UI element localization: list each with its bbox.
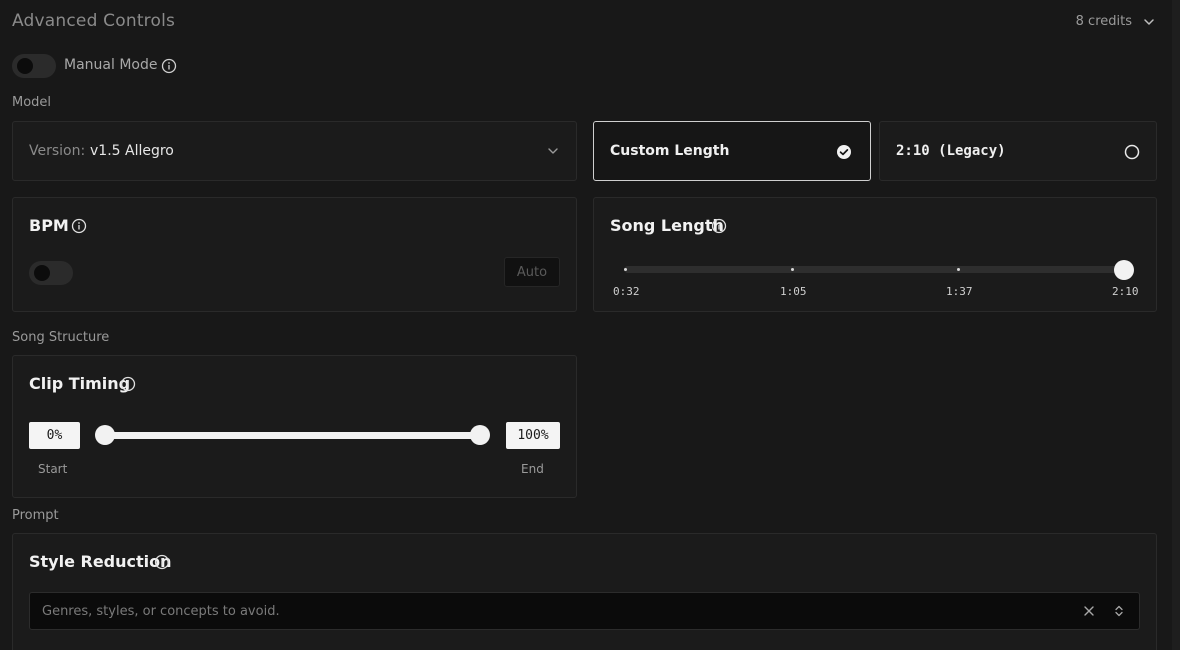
manual-mode-toggle[interactable] — [12, 54, 56, 78]
tick-mark — [791, 268, 794, 271]
version-select[interactable]: Version: v1.5 Allegro — [12, 121, 577, 181]
bpm-card: BPM Auto — [12, 197, 577, 312]
toggle-knob — [17, 58, 33, 74]
clip-end-thumb[interactable] — [470, 425, 490, 445]
tick-mark — [624, 268, 627, 271]
info-icon[interactable] — [711, 218, 727, 234]
tick-label: 1:37 — [946, 285, 973, 298]
legacy-length-option[interactable]: 2:10 (Legacy) — [879, 121, 1157, 181]
info-icon[interactable] — [161, 58, 177, 74]
prompt-section-label: Prompt — [12, 508, 59, 523]
song-length-title: Song Length — [610, 216, 724, 235]
legacy-length-label: 2:10 (Legacy) — [896, 143, 1006, 159]
tick-mark — [957, 268, 960, 271]
style-reduction-input[interactable] — [30, 602, 1081, 620]
bpm-toggle[interactable] — [29, 261, 73, 285]
bpm-auto-button[interactable]: Auto — [504, 257, 560, 287]
clip-end-input[interactable]: 100% — [506, 422, 560, 449]
advanced-controls-panel: Advanced Controls 8 credits Manual Mode … — [0, 0, 1180, 650]
clip-start-label: Start — [38, 462, 68, 476]
manual-mode-label: Manual Mode — [64, 57, 158, 73]
style-reduction-card: Style Reduction — [12, 533, 1157, 650]
version-value: v1.5 Allegro — [90, 143, 174, 159]
info-icon[interactable] — [154, 554, 170, 570]
clip-end-label: End — [521, 462, 544, 476]
toggle-knob — [34, 265, 50, 281]
info-icon[interactable] — [120, 376, 136, 392]
clear-icon[interactable] — [1081, 603, 1097, 619]
scrollbar[interactable] — [1172, 0, 1180, 650]
checkmark-icon — [836, 144, 852, 160]
clip-start-input[interactable]: 0% — [29, 422, 80, 449]
chevron-down-icon — [546, 144, 560, 158]
custom-length-option[interactable]: Custom Length — [593, 121, 871, 181]
expand-icon[interactable] — [1111, 603, 1127, 619]
clip-timing-title: Clip Timing — [29, 374, 131, 393]
version-prefix: Version: — [29, 143, 86, 159]
tick-label: 0:32 — [613, 285, 640, 298]
clip-timing-range — [105, 432, 481, 439]
clip-timing-card: Clip Timing 0% 100% Start End — [12, 355, 577, 498]
credits-dropdown[interactable]: 8 credits — [1076, 14, 1156, 29]
clip-start-thumb[interactable] — [95, 425, 115, 445]
song-length-thumb[interactable] — [1114, 260, 1134, 280]
tick-label: 2:10 — [1112, 285, 1139, 298]
song-length-card: Song Length 0:32 1:05 1:37 2:10 — [593, 197, 1157, 312]
credits-label: 8 credits — [1075, 14, 1132, 29]
song-length-slider[interactable] — [624, 266, 1126, 273]
model-section-label: Model — [12, 95, 52, 110]
radio-empty-icon — [1124, 144, 1140, 160]
panel-title: Advanced Controls — [12, 11, 176, 31]
chevron-down-icon — [1142, 15, 1156, 29]
info-icon[interactable] — [71, 218, 87, 234]
custom-length-label: Custom Length — [610, 143, 730, 159]
bpm-title: BPM — [29, 216, 69, 235]
tick-label: 1:05 — [780, 285, 807, 298]
style-reduction-field[interactable] — [29, 592, 1140, 630]
style-reduction-title: Style Reduction — [29, 552, 172, 571]
song-structure-section-label: Song Structure — [12, 330, 110, 345]
